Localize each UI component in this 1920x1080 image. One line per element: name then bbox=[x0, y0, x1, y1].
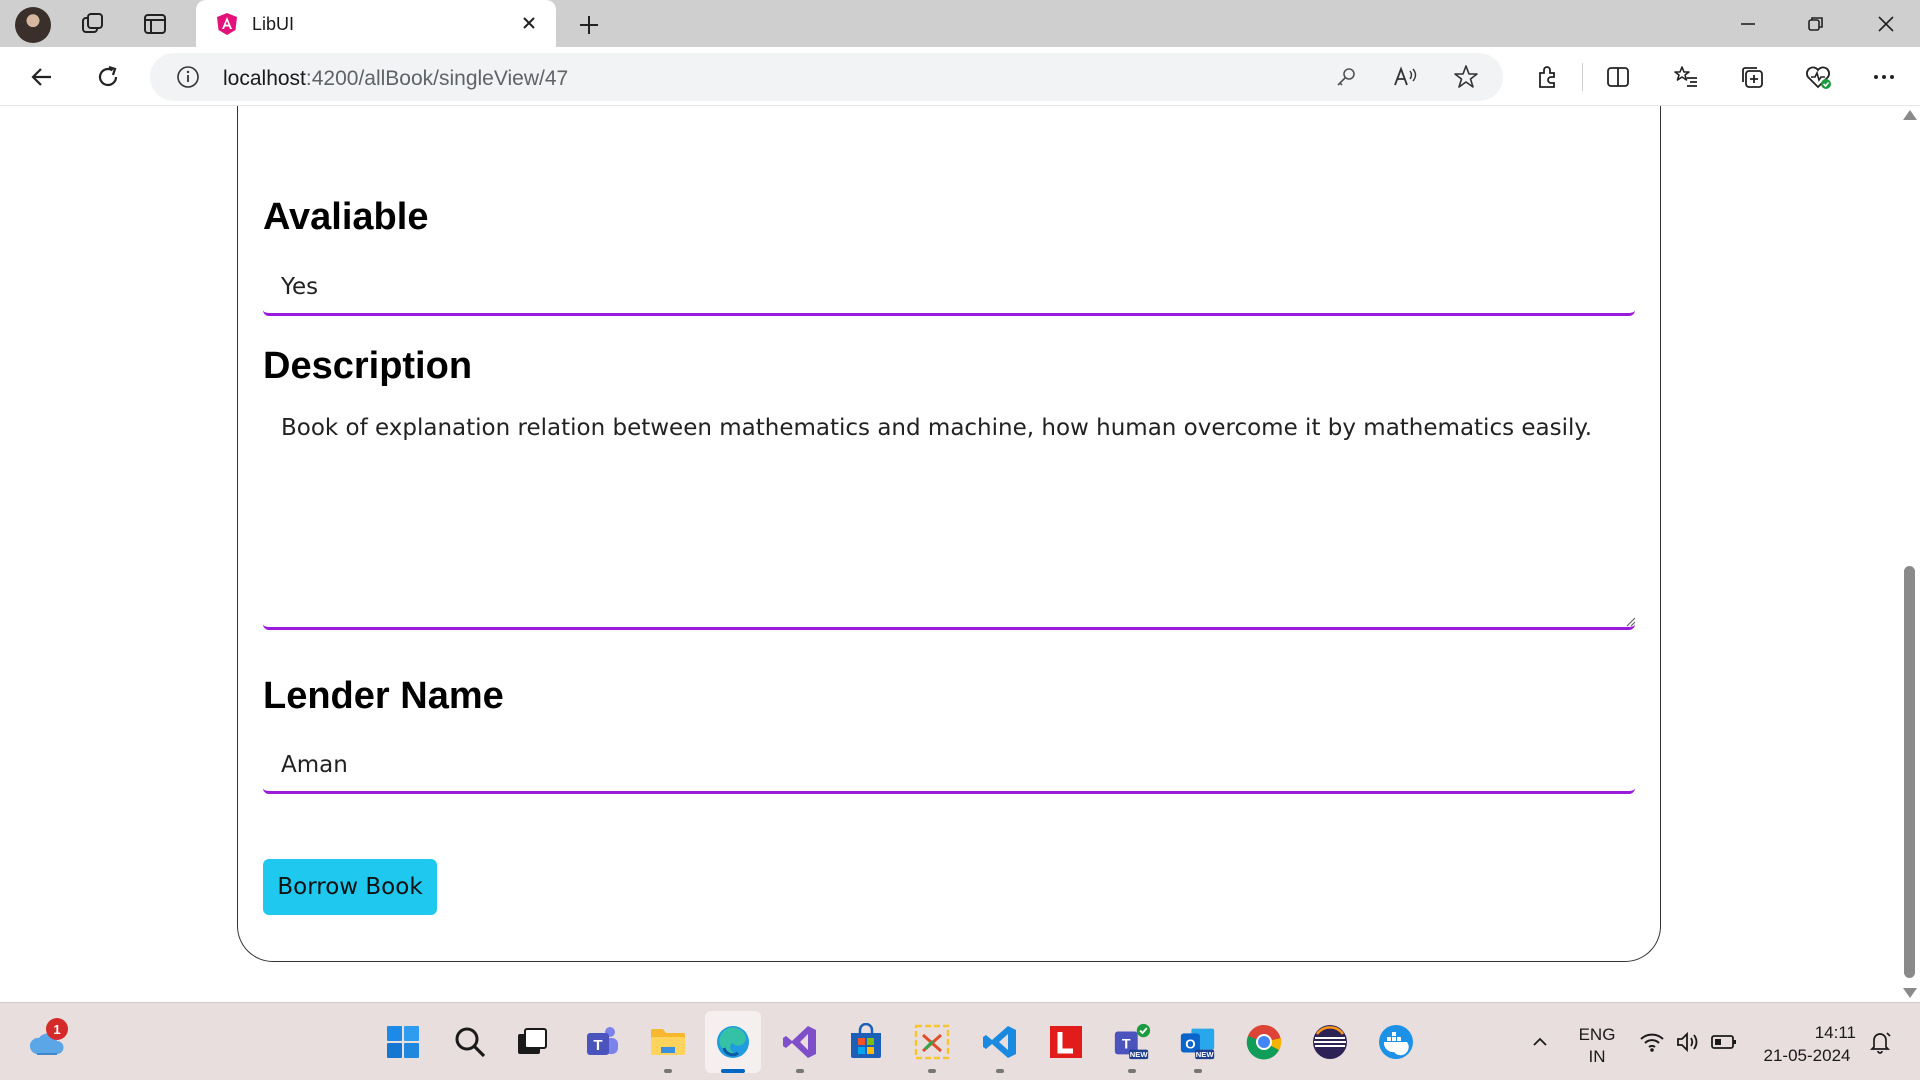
notifications-bell-icon[interactable] bbox=[1860, 1022, 1900, 1062]
running-indicator bbox=[664, 1069, 672, 1073]
running-indicator bbox=[1194, 1069, 1202, 1073]
edge-icon[interactable] bbox=[713, 1022, 753, 1073]
active-indicator bbox=[721, 1069, 745, 1073]
toolbox-icon[interactable] bbox=[912, 1022, 952, 1073]
page-viewport: Avaliable Description Book of explanatio… bbox=[6, 106, 1898, 1002]
wifi-icon[interactable] bbox=[1632, 1022, 1672, 1062]
running-indicator bbox=[996, 1069, 1004, 1073]
clock-time: 14:11 bbox=[1814, 1023, 1856, 1042]
language-code: ENG bbox=[1578, 1025, 1616, 1044]
close-tab-icon[interactable] bbox=[516, 10, 542, 36]
region-code: IN bbox=[1588, 1047, 1606, 1066]
read-aloud-icon[interactable] bbox=[1390, 61, 1422, 93]
chrome-icon[interactable] bbox=[1244, 1022, 1284, 1062]
running-indicator bbox=[796, 1069, 804, 1073]
workspaces-icon[interactable] bbox=[77, 8, 109, 40]
active-tab[interactable]: LibUI bbox=[196, 0, 556, 47]
l-app-icon[interactable] bbox=[1046, 1022, 1086, 1062]
running-indicator bbox=[928, 1069, 936, 1073]
docker-icon[interactable] bbox=[1376, 1022, 1416, 1062]
split-screen-icon[interactable] bbox=[1600, 59, 1636, 95]
url-text[interactable]: localhost:4200/allBook/singleView/47 bbox=[223, 67, 568, 91]
clock-date: 21-05-2024 bbox=[1763, 1046, 1851, 1065]
outlook-new-icon[interactable]: O NEW bbox=[1178, 1022, 1218, 1073]
eclipse-icon[interactable] bbox=[1310, 1022, 1350, 1062]
battery-icon[interactable] bbox=[1704, 1022, 1744, 1062]
browser-tab-strip: LibUI bbox=[0, 0, 1920, 47]
volume-icon[interactable] bbox=[1668, 1022, 1708, 1062]
textarea-resize-handle[interactable] bbox=[1624, 614, 1636, 627]
favorite-star-icon[interactable] bbox=[1450, 61, 1482, 93]
scrollbar-thumb[interactable] bbox=[1904, 566, 1915, 978]
profile-avatar[interactable] bbox=[15, 7, 51, 43]
scroll-up-arrow-icon[interactable] bbox=[1903, 110, 1917, 120]
description-label: Description bbox=[263, 345, 473, 387]
collections-icon[interactable] bbox=[1734, 59, 1770, 95]
url-host: localhost bbox=[223, 67, 306, 90]
svg-text:NEW: NEW bbox=[1130, 1050, 1149, 1059]
svg-text:T: T bbox=[593, 1037, 602, 1054]
svg-text:O: O bbox=[1185, 1037, 1195, 1052]
available-label: Avaliable bbox=[263, 196, 429, 238]
minimize-icon[interactable] bbox=[1728, 6, 1768, 42]
vscode-icon[interactable] bbox=[980, 1022, 1020, 1073]
more-options-icon[interactable] bbox=[1866, 59, 1902, 95]
start-icon[interactable] bbox=[383, 1022, 423, 1062]
site-info-icon[interactable] bbox=[172, 61, 204, 93]
page-scrollbar[interactable] bbox=[1898, 106, 1920, 1002]
show-hidden-icons-chevron[interactable] bbox=[1520, 1022, 1560, 1062]
restore-icon[interactable] bbox=[1796, 6, 1836, 42]
scroll-down-arrow-icon[interactable] bbox=[1903, 988, 1917, 998]
visual-studio-icon[interactable] bbox=[780, 1022, 820, 1073]
address-bar[interactable]: localhost:4200/allBook/singleView/47 bbox=[150, 53, 1503, 101]
borrow-book-button[interactable]: Borrow Book bbox=[263, 859, 437, 915]
password-key-icon[interactable] bbox=[1330, 61, 1362, 93]
book-detail-card: Avaliable Description Book of explanatio… bbox=[237, 106, 1661, 962]
microsoft-store-icon[interactable] bbox=[846, 1022, 886, 1062]
available-field[interactable] bbox=[263, 260, 1635, 316]
file-explorer-icon[interactable] bbox=[648, 1022, 688, 1073]
back-arrow-icon[interactable] bbox=[24, 59, 60, 95]
vertical-tabs-icon[interactable] bbox=[139, 8, 171, 40]
browser-essentials-icon[interactable] bbox=[1800, 59, 1836, 95]
url-path: :4200/allBook/singleView/47 bbox=[305, 67, 569, 90]
lender-name-label: Lender Name bbox=[263, 675, 504, 717]
task-view-icon[interactable] bbox=[512, 1022, 552, 1062]
angular-logo-icon bbox=[214, 11, 240, 37]
teams-icon[interactable]: T bbox=[582, 1022, 622, 1062]
extensions-icon[interactable] bbox=[1530, 59, 1566, 95]
weather-notification-badge: 1 bbox=[46, 1018, 68, 1040]
tab-title: LibUI bbox=[252, 14, 295, 34]
browser-toolbar: localhost:4200/allBook/singleView/47 bbox=[0, 47, 1920, 106]
close-window-icon[interactable] bbox=[1866, 6, 1906, 42]
svg-text:NEW: NEW bbox=[1196, 1050, 1215, 1059]
lender-name-field[interactable] bbox=[263, 738, 1635, 794]
clock[interactable]: 14:11 21-05-2024 bbox=[1752, 1023, 1862, 1066]
refresh-icon[interactable] bbox=[90, 59, 126, 95]
teams-new-icon[interactable]: T NEW bbox=[1112, 1022, 1152, 1073]
search-icon[interactable] bbox=[450, 1022, 490, 1062]
favorites-list-icon[interactable] bbox=[1668, 59, 1704, 95]
description-textarea[interactable]: Book of explanation relation between mat… bbox=[263, 401, 1635, 630]
running-indicator bbox=[1128, 1069, 1136, 1073]
windows-taskbar: T T NEW O NEW ENG IN 14:11 21-05-2024 bbox=[0, 1002, 1920, 1080]
new-tab-button[interactable] bbox=[572, 8, 606, 42]
toolbar-separator bbox=[1582, 63, 1583, 91]
language-indicator[interactable]: ENG IN bbox=[1576, 1025, 1618, 1067]
